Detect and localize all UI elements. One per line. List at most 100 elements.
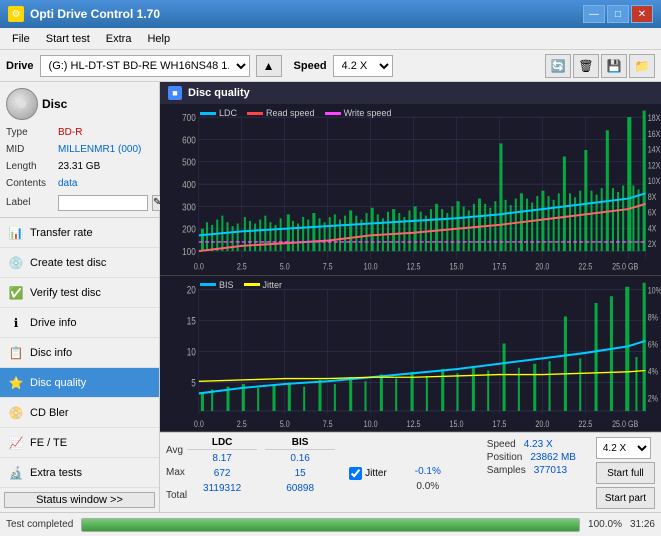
speed-row-val: 4.23 X xyxy=(524,439,553,450)
menu-extra[interactable]: Extra xyxy=(98,31,140,47)
speed-select[interactable]: 4.2 X xyxy=(333,55,393,77)
minimize-button[interactable]: — xyxy=(583,5,605,23)
svg-text:18X: 18X xyxy=(648,113,661,123)
sidebar: Disc Type BD-R MID MILLENMR1 (000) Lengt… xyxy=(0,82,160,512)
content-area: ■ Disc quality LDC Read speed xyxy=(160,82,661,512)
svg-text:8%: 8% xyxy=(648,311,659,322)
svg-text:16X: 16X xyxy=(648,129,661,139)
start-part-button[interactable]: Start part xyxy=(596,487,655,509)
speed-select-action[interactable]: 4.2 X xyxy=(596,437,651,459)
title-bar-left: ⚙ Opti Drive Control 1.70 xyxy=(8,6,160,22)
svg-text:700: 700 xyxy=(182,111,196,123)
svg-text:17.5: 17.5 xyxy=(493,262,507,272)
svg-text:4X: 4X xyxy=(648,224,657,234)
save-icon[interactable]: 📁 xyxy=(629,54,655,78)
legend-ldc-color xyxy=(200,112,216,115)
disc-info-panel: Disc Type BD-R MID MILLENMR1 (000) Lengt… xyxy=(0,82,159,218)
fe-te-label: FE / TE xyxy=(30,437,67,449)
svg-text:0.0: 0.0 xyxy=(194,418,204,429)
disc-label-input[interactable] xyxy=(58,195,148,211)
svg-text:5.0: 5.0 xyxy=(280,262,290,272)
status-window-button[interactable]: Status window >> xyxy=(4,492,155,508)
main-layout: Disc Type BD-R MID MILLENMR1 (000) Lengt… xyxy=(0,82,661,512)
sidebar-item-verify-test-disc[interactable]: ✅ Verify test disc xyxy=(0,278,159,308)
stats-jitter-max: 0.0% xyxy=(393,479,463,494)
disc-mid-value: MILLENMR1 (000) xyxy=(58,141,141,158)
stats-jitter-avg: -0.1% xyxy=(393,464,463,479)
sidebar-item-fe-te[interactable]: 📈 FE / TE xyxy=(0,428,159,458)
svg-text:2.5: 2.5 xyxy=(237,262,247,272)
svg-text:5.0: 5.0 xyxy=(280,418,290,429)
disc-quality-header: ■ Disc quality xyxy=(160,82,661,104)
app-title: Opti Drive Control 1.70 xyxy=(30,7,160,21)
create-test-disc-icon: 💿 xyxy=(8,255,24,271)
stats-table: Avg Max Total LDC 8.17 672 3119312 BIS xyxy=(160,433,590,512)
sidebar-item-transfer-rate[interactable]: 📊 Transfer rate xyxy=(0,218,159,248)
start-full-button[interactable]: Start full xyxy=(596,462,655,484)
transfer-rate-icon: 📊 xyxy=(8,225,24,241)
jitter-checkbox-area: Jitter xyxy=(349,467,387,480)
toolbar-icons: 🔄 🗑 💾 📁 xyxy=(545,54,655,78)
dq-title: Disc quality xyxy=(188,87,250,99)
progress-text: 100.0% xyxy=(588,519,622,530)
chart1-svg: 700 600 500 400 300 200 100 18X 16X 14X … xyxy=(160,104,661,275)
burn-icon[interactable]: 💾 xyxy=(601,54,627,78)
stats-bar: Avg Max Total LDC 8.17 672 3119312 BIS xyxy=(160,432,661,512)
drive-info-icon: ℹ xyxy=(8,315,24,331)
disc-info-label: Disc info xyxy=(30,347,72,359)
maximize-button[interactable]: □ xyxy=(607,5,629,23)
chart2-svg: 20 15 10 5 10% 8% 6% 4% 2% xyxy=(160,276,661,431)
disc-quality-label: Disc quality xyxy=(30,377,86,389)
eject-button[interactable]: ▲ xyxy=(256,55,282,77)
sidebar-item-disc-quality[interactable]: ⭐ Disc quality xyxy=(0,368,159,398)
disc-type-value: BD-R xyxy=(58,124,82,141)
charts-container: LDC Read speed Write speed xyxy=(160,104,661,432)
stats-label-col: Avg Max Total xyxy=(166,437,187,509)
jitter-checkbox[interactable] xyxy=(349,467,362,480)
stats-ldc-total: 3119312 xyxy=(187,481,257,496)
svg-text:10%: 10% xyxy=(648,284,661,295)
disc-contents-value: data xyxy=(58,175,77,192)
samples-row-label: Samples xyxy=(487,465,526,476)
bottom-bar: Test completed 100.0% 31:26 xyxy=(0,512,661,536)
legend-write: Write speed xyxy=(325,108,392,118)
svg-text:22.5: 22.5 xyxy=(578,418,592,429)
sidebar-item-extra-tests[interactable]: 🔬 Extra tests xyxy=(0,458,159,488)
menu-file[interactable]: File xyxy=(4,31,38,47)
legend-bis: BIS xyxy=(200,280,234,290)
sidebar-item-drive-info[interactable]: ℹ Drive info xyxy=(0,308,159,338)
verify-test-disc-icon: ✅ xyxy=(8,285,24,301)
close-button[interactable]: ✕ xyxy=(631,5,653,23)
legend-bis-color xyxy=(200,283,216,286)
menu-help[interactable]: Help xyxy=(139,31,178,47)
refresh-icon[interactable]: 🔄 xyxy=(545,54,571,78)
disc-header: Disc xyxy=(6,88,153,120)
erase-icon[interactable]: 🗑 xyxy=(573,54,599,78)
svg-text:200: 200 xyxy=(182,223,196,235)
legend-jitter-color xyxy=(244,283,260,286)
jitter-section: Jitter -0.1% 0.0% xyxy=(343,437,477,509)
disc-quality-icon: ⭐ xyxy=(8,375,24,391)
transfer-rate-label: Transfer rate xyxy=(30,227,93,239)
menu-start-test[interactable]: Start test xyxy=(38,31,98,47)
svg-text:17.5: 17.5 xyxy=(492,418,506,429)
cd-bler-label: CD Bler xyxy=(30,407,69,419)
disc-mid-label: MID xyxy=(6,141,54,158)
stats-row-label-avg: Avg xyxy=(166,443,187,458)
position-row-label: Position xyxy=(487,452,523,463)
stats-bis-total: 60898 xyxy=(265,481,335,496)
chart1-area: LDC Read speed Write speed xyxy=(160,104,661,276)
sidebar-item-disc-info[interactable]: 📋 Disc info xyxy=(0,338,159,368)
sidebar-item-create-test-disc[interactable]: 💿 Create test disc xyxy=(0,248,159,278)
svg-text:20.0: 20.0 xyxy=(535,418,549,429)
svg-text:2X: 2X xyxy=(648,239,657,249)
drive-select[interactable]: (G:) HL-DT-ST BD-RE WH16NS48 1.D3 xyxy=(40,55,250,77)
window-controls: — □ ✕ xyxy=(583,5,653,23)
title-bar: ⚙ Opti Drive Control 1.70 — □ ✕ xyxy=(0,0,661,28)
stats-jitter-col: -0.1% 0.0% xyxy=(393,464,463,494)
svg-text:300: 300 xyxy=(182,200,196,212)
svg-text:15.0: 15.0 xyxy=(450,262,464,272)
svg-text:4%: 4% xyxy=(648,365,659,376)
disc-panel-title: Disc xyxy=(42,97,67,111)
sidebar-item-cd-bler[interactable]: 📀 CD Bler xyxy=(0,398,159,428)
